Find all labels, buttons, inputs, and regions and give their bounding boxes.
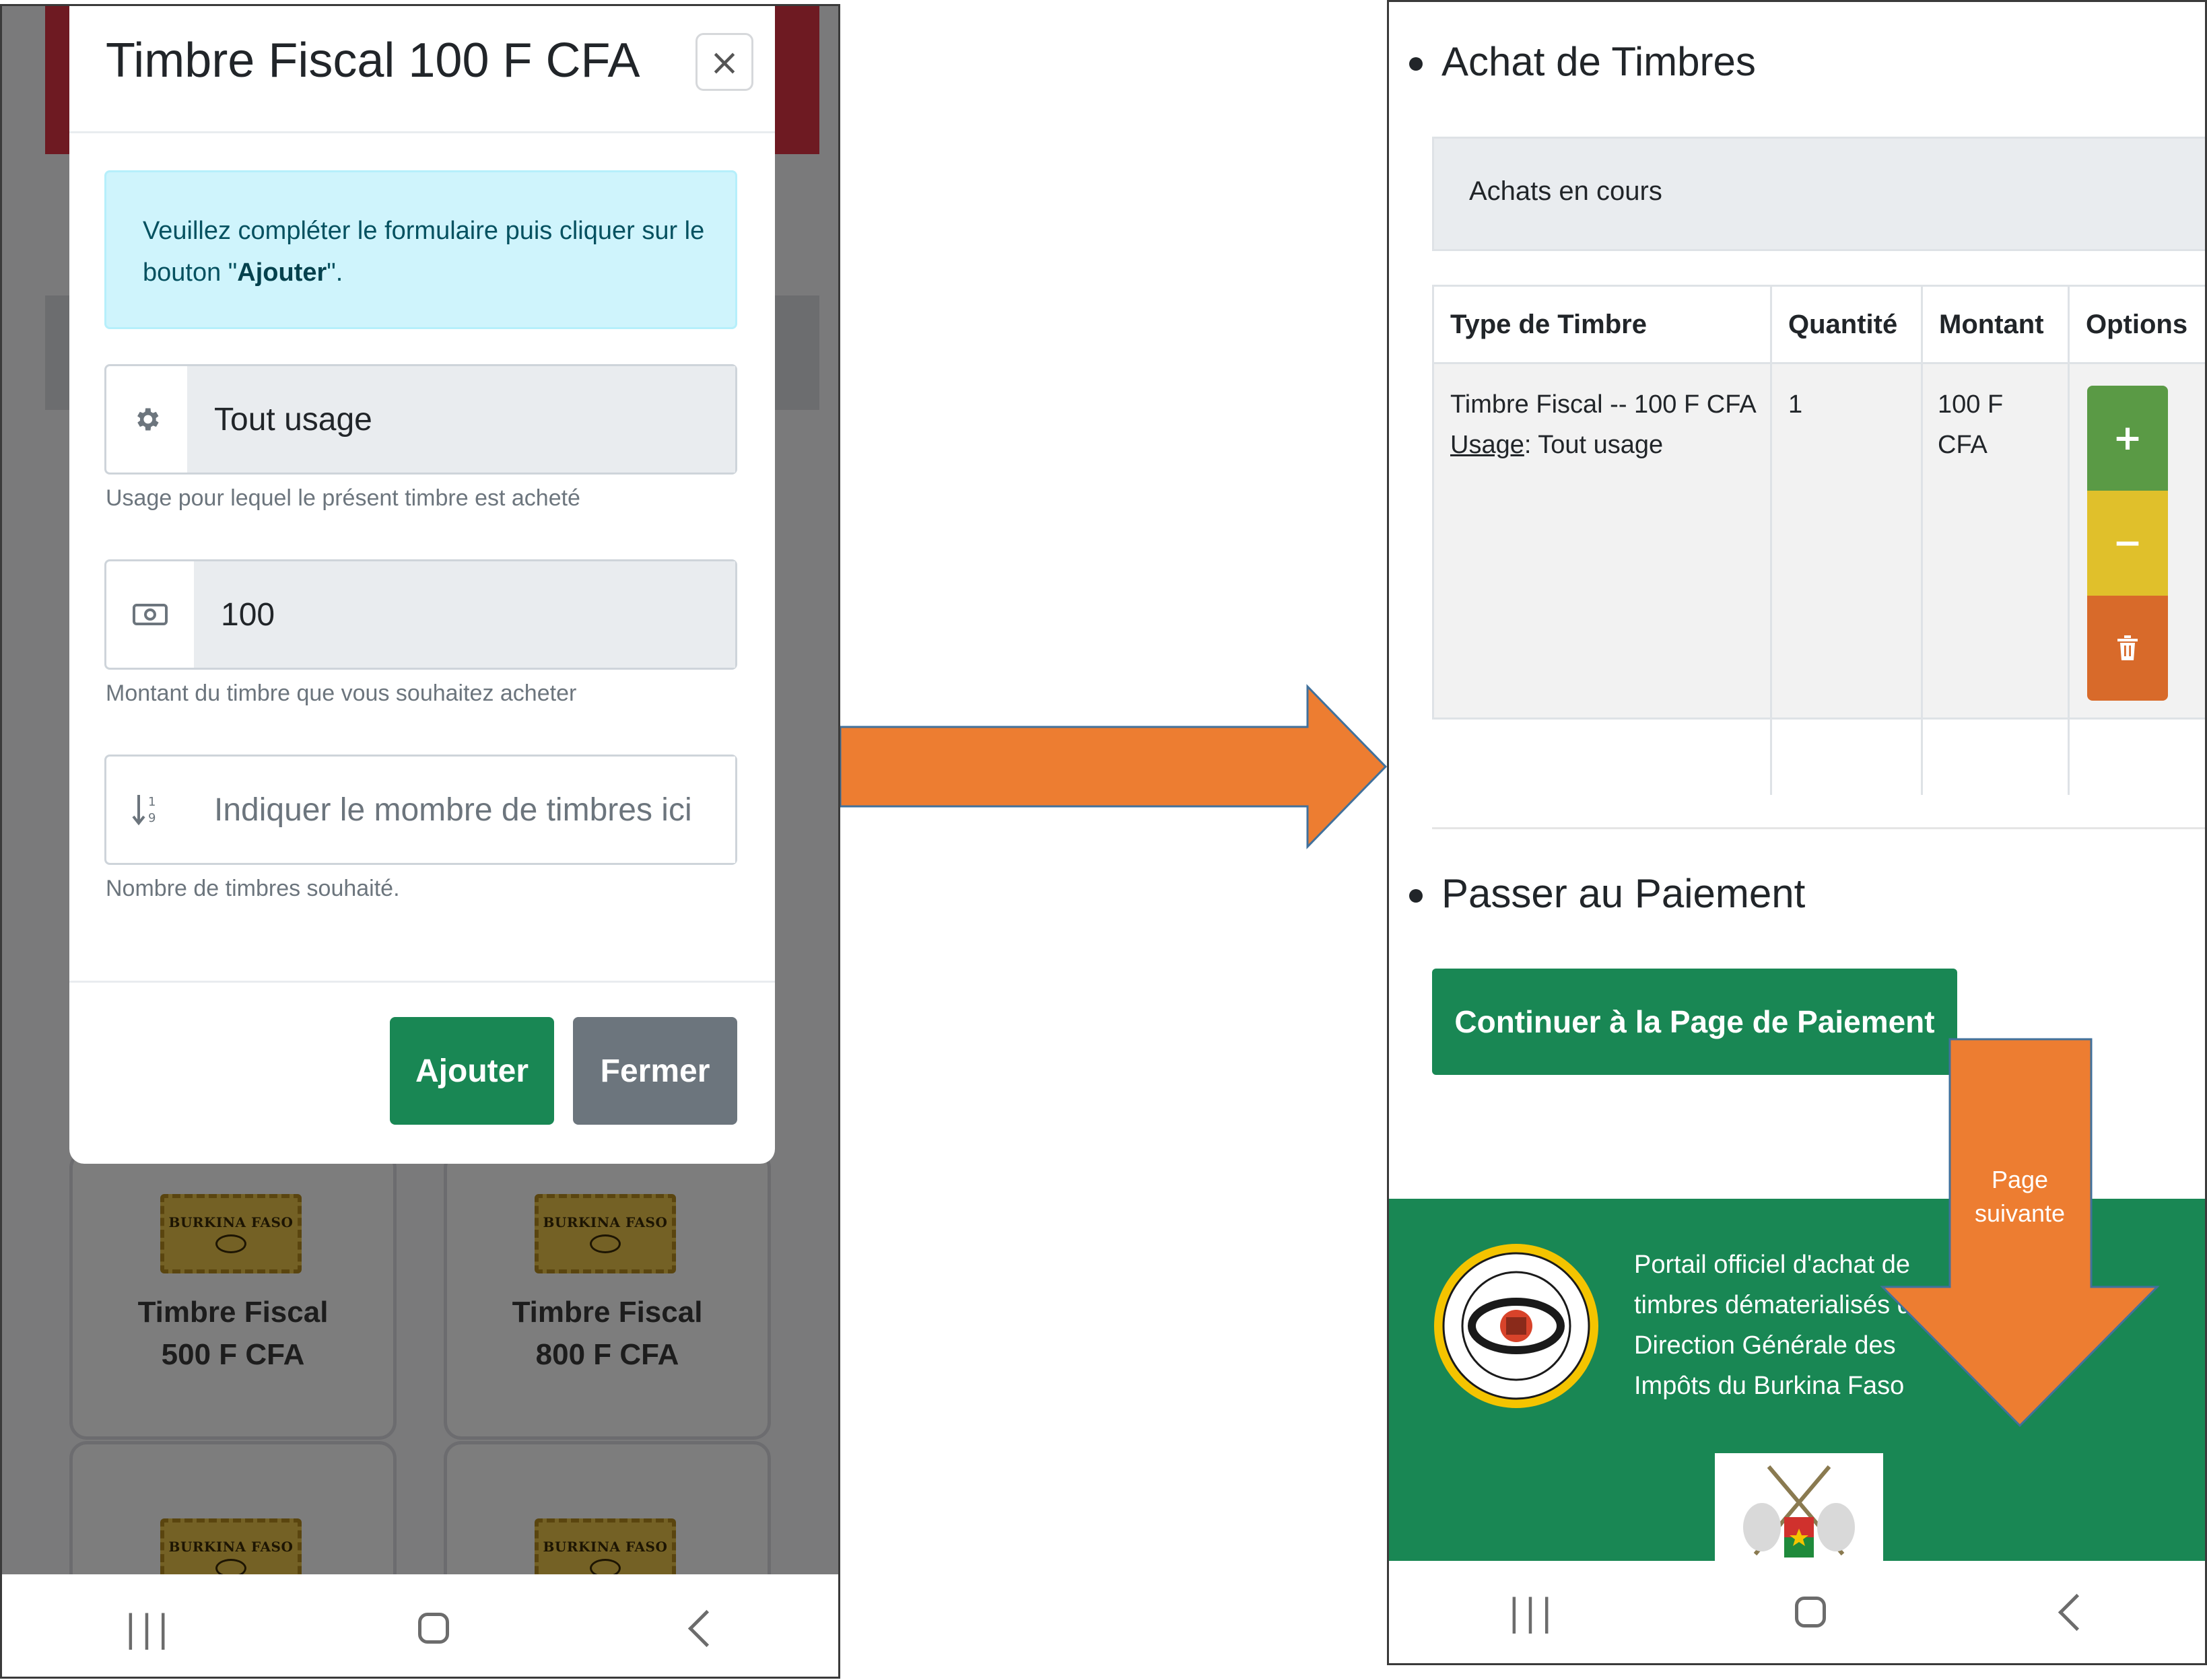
trash-icon	[2117, 635, 2138, 660]
quantity-help-text: Nombre de timbres souhaité.	[106, 876, 400, 901]
dgi-logo	[1434, 1244, 1598, 1408]
delete-item-button[interactable]	[2087, 596, 2168, 701]
bullet	[1409, 889, 1423, 903]
next-page-label-line2: suivante	[1974, 1199, 2066, 1227]
column-header-options: Options	[2086, 309, 2188, 339]
money-bill-icon	[106, 561, 196, 668]
alert-text-end: ".	[327, 258, 343, 287]
next-page-label: Page suivante	[1946, 1163, 2094, 1230]
recent-apps-icon[interactable]: |||	[1508, 1591, 1557, 1634]
usage-field[interactable]: Tout usage	[187, 366, 735, 473]
info-alert: Veuillez compléter le formulaire puis cl…	[104, 170, 737, 329]
next-page-label-line1: Page	[1991, 1166, 2049, 1193]
quantity-input[interactable]: Indiquer le mombre de timbres ici	[187, 757, 735, 863]
column-header-type: Type de Timbre	[1434, 287, 1772, 362]
modal-header-divider	[69, 131, 775, 133]
minus-icon: −	[2113, 523, 2142, 563]
section-title-payment: Passer au Paiement	[1441, 871, 1806, 916]
add-button[interactable]: Ajouter	[390, 1017, 554, 1125]
column-header-quantity: Quantité	[1772, 287, 1923, 362]
cell-type: Timbre Fiscal -- 100 F CFA Usage: Tout u…	[1450, 384, 1757, 465]
cell-quantity: 1	[1788, 390, 1803, 419]
gear-icon	[106, 366, 189, 473]
amount-value: 100 F	[1938, 390, 2004, 419]
usage-help-text: Usage pour lequel le présent timbre est …	[106, 485, 580, 511]
stamp-usage-text: Usage: Tout usage	[1450, 425, 1757, 465]
cart-table: Type de Timbre Quantité Montant Options …	[1432, 285, 2205, 795]
close-button[interactable]: ×	[695, 33, 753, 91]
increase-quantity-button[interactable]: +	[2087, 386, 2168, 491]
column-divider	[2068, 364, 2070, 795]
usage-value: : Tout usage	[1524, 431, 1664, 459]
sort-numeric-icon: 19	[106, 757, 189, 863]
quantity-input-group: 19 Indiquer le mombre de timbres ici	[104, 755, 737, 865]
bullet	[1409, 57, 1423, 71]
coat-of-arms-image	[1715, 1453, 1883, 1568]
android-nav-bar: |||	[1389, 1561, 2205, 1663]
info-alert-text: Veuillez compléter le formulaire puis cl…	[143, 210, 708, 293]
svg-text:1: 1	[148, 795, 156, 809]
back-icon[interactable]	[2058, 1593, 2096, 1631]
right-arrow-icon	[840, 684, 1388, 849]
usage-input-group: Tout usage	[104, 364, 737, 475]
left-phone-screenshot: BURKINA FASO Timbre Fiscal 500 F CFA BUR…	[0, 4, 840, 1679]
usage-label: Usage	[1450, 431, 1524, 459]
add-stamp-modal: Timbre Fiscal 100 F CFA × Veuillez compl…	[69, 6, 775, 1164]
amount-field[interactable]: 100	[194, 561, 735, 668]
amount-help-text: Montant du timbre que vous souhaitez ach…	[106, 680, 577, 706]
back-icon[interactable]	[688, 1609, 726, 1647]
amount-input-group: 100	[104, 559, 737, 670]
close-icon: ×	[709, 40, 740, 83]
down-arrow-icon	[1880, 1038, 2160, 1428]
svg-text:9: 9	[148, 811, 156, 825]
cart-header-text: Achats en cours	[1469, 176, 1662, 206]
alert-text-bold: Ajouter	[237, 258, 327, 287]
cart-header: Achats en cours	[1432, 137, 2205, 251]
amount-currency: CFA	[1938, 431, 1988, 459]
section-title-purchase: Achat de Timbres	[1441, 39, 1756, 84]
stamp-type-text: Timbre Fiscal -- 100 F CFA	[1450, 390, 1757, 419]
home-icon[interactable]	[1794, 1597, 1826, 1628]
cell-amount: 100 F CFA	[1938, 384, 2003, 465]
modal-footer-divider	[69, 981, 775, 983]
decrease-quantity-button[interactable]: −	[2087, 491, 2168, 596]
close-modal-button[interactable]: Fermer	[573, 1017, 737, 1125]
plus-icon: +	[2113, 418, 2142, 458]
modal-title: Timbre Fiscal 100 F CFA	[106, 34, 640, 88]
column-divider	[1921, 364, 1923, 795]
section-divider	[1432, 827, 2205, 829]
table-row: Timbre Fiscal -- 100 F CFA Usage: Tout u…	[1434, 364, 2205, 795]
recent-apps-icon[interactable]: |||	[125, 1607, 174, 1650]
alert-text-start: Veuillez compléter le formulaire puis cl…	[143, 217, 705, 287]
column-divider	[1770, 364, 1772, 795]
android-nav-bar: |||	[2, 1574, 838, 1677]
column-header-amount: Montant	[1923, 287, 2070, 362]
home-icon[interactable]	[417, 1613, 449, 1644]
